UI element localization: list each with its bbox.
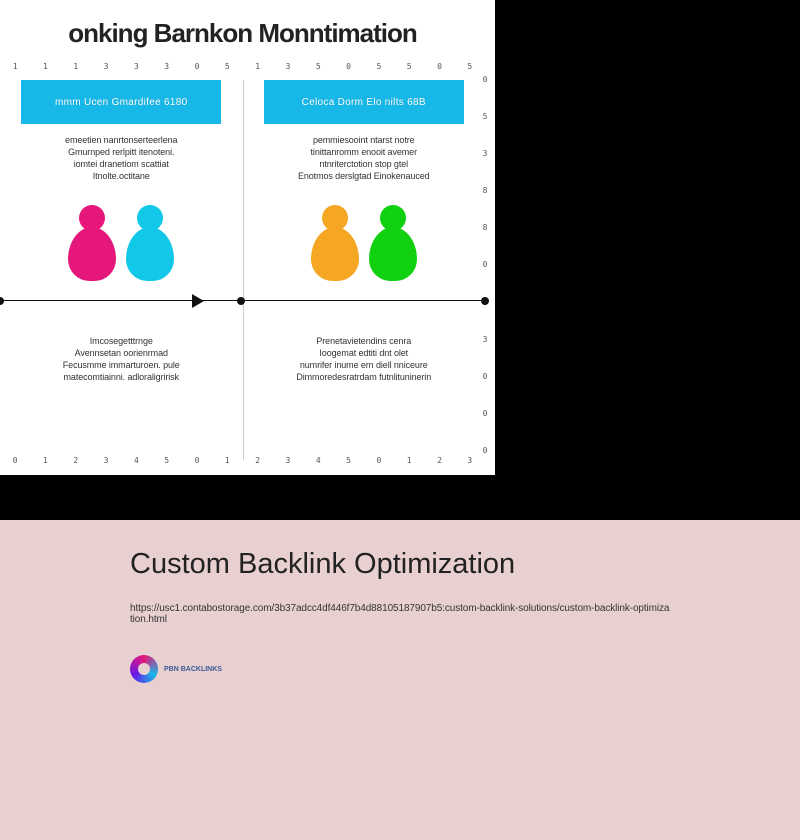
black-separator xyxy=(0,475,800,520)
diagram-title: onking Barnkon Monntimation xyxy=(0,18,485,49)
logo-swirl-icon xyxy=(130,655,158,683)
content-section: Custom Backlink Optimization https://usc… xyxy=(0,520,800,840)
panel-body-left: emeetien nanrtonserteerlena Gmurnped rer… xyxy=(65,134,177,183)
source-url[interactable]: https://usc1.contabostorage.com/3b37adcc… xyxy=(130,603,670,625)
logo: PBN BACKLINKS xyxy=(130,655,670,683)
panel-header-right: Celoca Dorm Elo nilts 68B xyxy=(264,80,464,124)
bottom-axis-ticks: 0123450123450123 xyxy=(0,456,485,465)
page-title: Custom Backlink Optimization xyxy=(130,548,670,581)
panel-left: mmm Ucen Gmardifee 6180 emeetien nanrton… xyxy=(0,80,243,383)
panel-lower-left: Imcosegetttrnge Avennsetan oorienrmad Fe… xyxy=(63,335,180,384)
people-icon-right xyxy=(307,205,421,281)
panel-header-left: mmm Ucen Gmardifee 6180 xyxy=(21,80,221,124)
logo-text: PBN BACKLINKS xyxy=(164,666,222,673)
diagram: onking Barnkon Monntimation 111333051350… xyxy=(0,0,495,475)
timeline-arrow xyxy=(0,300,485,301)
black-side-bar xyxy=(495,0,800,475)
panel-lower-right: Prenetavietendins cenra Ioogemat edtiti … xyxy=(296,335,431,384)
arrow-right-icon xyxy=(192,294,204,308)
top-axis-ticks: 1113330513505505 xyxy=(0,62,485,71)
panel-body-right: pemmiesooint ntarst notre tinittanromm e… xyxy=(298,134,430,183)
panel-right: Celoca Dorm Elo nilts 68B pemmiesooint n… xyxy=(243,80,486,383)
people-icon-left xyxy=(64,205,178,281)
